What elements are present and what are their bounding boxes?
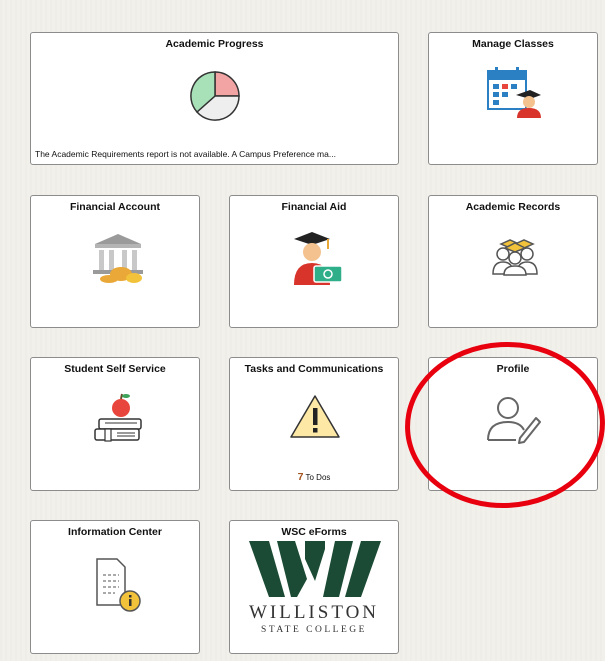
graduate-money-icon [294, 232, 343, 285]
graduates-icon [492, 239, 538, 276]
financial-account-tile[interactable]: Financial Account [30, 195, 200, 328]
tile-title: Information Center [68, 526, 162, 538]
academic-records-tile[interactable]: Academic Records [428, 195, 598, 328]
tile-title: Manage Classes [472, 38, 554, 50]
tasks-and-communications-tile[interactable]: Tasks and Communications 7 To Dos [229, 357, 399, 491]
user-edit-icon [487, 397, 541, 444]
financial-aid-tile[interactable]: Financial Aid [229, 195, 399, 328]
bank-money-icon [93, 234, 143, 283]
tile-title: Financial Account [69, 201, 161, 213]
todo-count: 7 [297, 471, 304, 483]
academic-progress-note: The Academic Requirements report is not … [35, 149, 336, 159]
academic-progress-tile[interactable]: Academic Progress The Academic Requireme… [30, 32, 399, 165]
todo-label: To Dos [305, 473, 331, 482]
logo-name: WILLISTON [248, 602, 380, 623]
logo-subtitle: STATE COLLEGE [261, 625, 367, 635]
calendar-student-icon [487, 67, 541, 118]
pie-chart-icon [190, 71, 240, 121]
tile-title: Tasks and Communications [244, 363, 384, 375]
student-self-service-tile[interactable]: Student Self Service [30, 357, 200, 491]
todo-count-label: 7 To Dos [230, 471, 398, 483]
warning-icon [290, 395, 340, 438]
information-center-tile[interactable]: Information Center [30, 520, 200, 654]
tile-title: Student Self Service [64, 363, 166, 375]
tile-title: Profile [496, 363, 530, 375]
apple-books-icon [94, 393, 142, 442]
manage-classes-tile[interactable]: Manage Classes [428, 32, 598, 165]
wsc-logo [249, 541, 381, 597]
wsc-eforms-tile[interactable]: WSC eForms WILLISTON STATE COLLEGE [229, 520, 399, 654]
profile-tile[interactable]: Profile [428, 357, 598, 491]
tile-title: Academic Records [465, 201, 561, 213]
document-info-icon [96, 558, 141, 612]
tile-title: Financial Aid [281, 201, 347, 213]
tile-title: WSC eForms [281, 526, 347, 538]
tile-title: Academic Progress [165, 38, 264, 50]
